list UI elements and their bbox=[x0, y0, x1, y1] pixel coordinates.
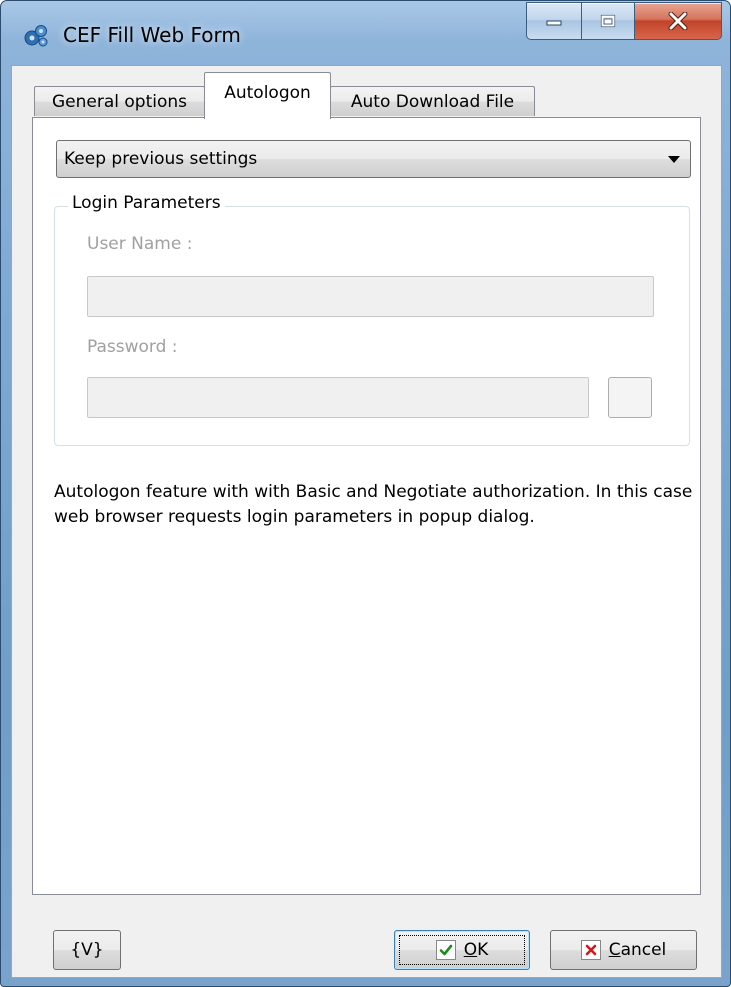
maximize-icon bbox=[600, 14, 616, 28]
tab-strip: General options Autologon Auto Download … bbox=[30, 72, 710, 119]
autologon-panel: Keep previous settings Login Parameters … bbox=[32, 117, 701, 895]
cancel-x-icon bbox=[580, 940, 601, 960]
tab-label: Autologon bbox=[224, 83, 311, 103]
cancel-button-label: Cancel bbox=[608, 940, 667, 960]
password-field[interactable] bbox=[87, 377, 589, 418]
autologon-description: Autologon feature with with Basic and Ne… bbox=[54, 482, 693, 527]
tab-label: Auto Download File bbox=[350, 91, 515, 112]
variables-button[interactable]: {V} bbox=[53, 930, 121, 970]
variables-button-label: {V} bbox=[70, 940, 104, 960]
password-label: Password : bbox=[87, 337, 178, 357]
close-icon bbox=[668, 12, 688, 30]
login-parameters-group: Login Parameters User Name : Password : bbox=[54, 193, 690, 446]
password-options-button[interactable] bbox=[608, 377, 652, 418]
tab-label: General options bbox=[51, 91, 187, 112]
tab-autologon[interactable]: Autologon bbox=[204, 72, 331, 119]
dropdown-selected-value: Keep previous settings bbox=[64, 149, 258, 169]
app-gears-icon bbox=[24, 25, 48, 47]
user-name-label: User Name : bbox=[87, 234, 193, 254]
minimize-button[interactable] bbox=[526, 2, 582, 40]
dialog-window: CEF Fill Web Form General options Autolo… bbox=[0, 0, 731, 987]
chevron-down-icon bbox=[668, 156, 680, 163]
group-title: Login Parameters bbox=[68, 193, 225, 213]
maximize-button[interactable] bbox=[582, 2, 635, 40]
user-name-field[interactable] bbox=[87, 276, 654, 317]
dialog-client-area: General options Autologon Auto Download … bbox=[11, 65, 722, 978]
cancel-button[interactable]: Cancel bbox=[550, 930, 697, 970]
autologon-mode-dropdown[interactable]: Keep previous settings bbox=[56, 140, 691, 178]
tab-general-options[interactable]: General options bbox=[34, 86, 205, 116]
window-title: CEF Fill Web Form bbox=[63, 23, 241, 47]
focus-rectangle bbox=[399, 935, 525, 965]
ok-button[interactable]: OK bbox=[394, 930, 530, 970]
title-bar[interactable]: CEF Fill Web Form bbox=[1, 1, 730, 65]
caption-buttons bbox=[526, 2, 722, 40]
tab-auto-download-file[interactable]: Auto Download File bbox=[330, 86, 535, 116]
minimize-icon bbox=[546, 20, 562, 26]
close-button[interactable] bbox=[635, 2, 722, 40]
